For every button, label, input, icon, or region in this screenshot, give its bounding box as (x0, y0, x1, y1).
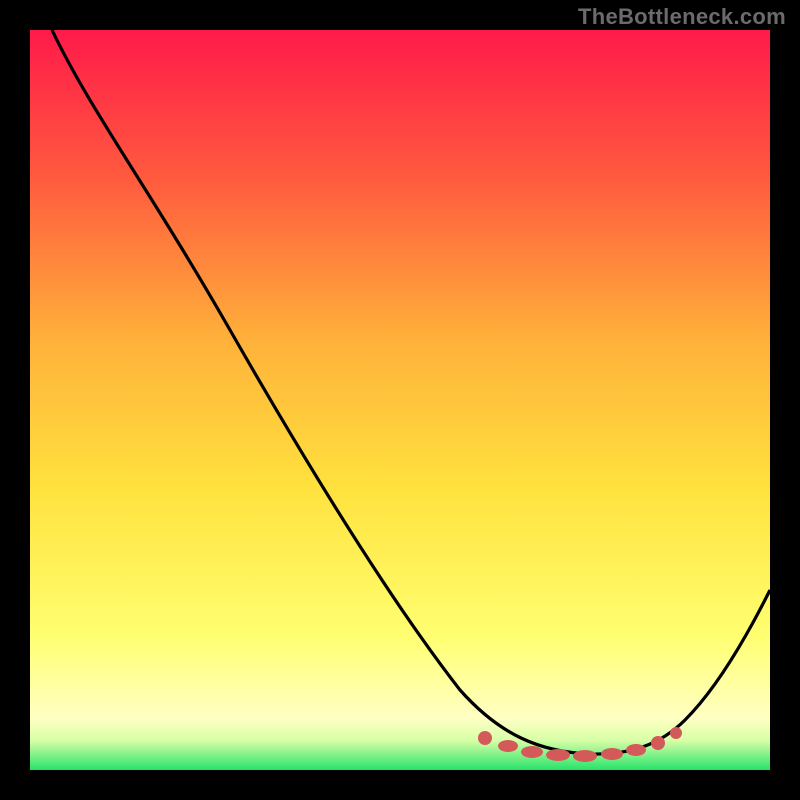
chart-frame: TheBottleneck.com (0, 0, 800, 800)
plot-area (30, 30, 770, 770)
curve-layer (30, 30, 770, 770)
bottleneck-curve (52, 30, 770, 754)
watermark-text: TheBottleneck.com (578, 4, 786, 30)
